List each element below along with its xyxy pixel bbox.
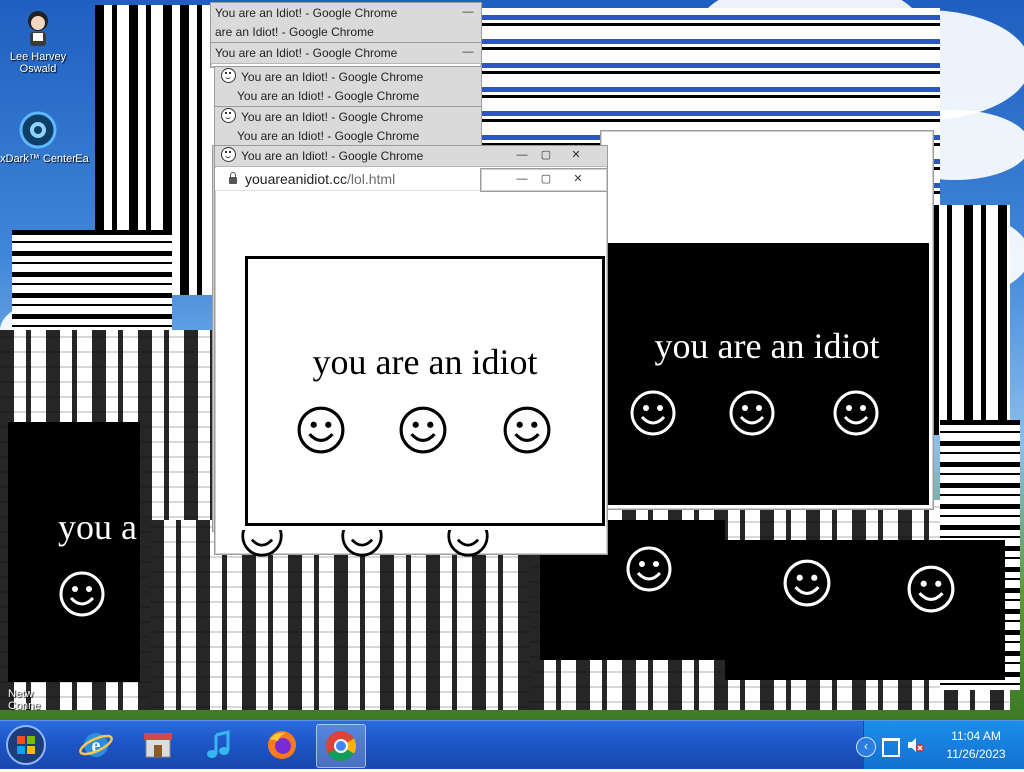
show-hidden-icons-button[interactable]: ‹ (856, 737, 876, 757)
desktop-icon-lee-harvey-oswald[interactable]: Lee Harvey Oswald (0, 8, 76, 75)
window-title: You are an Idiot! - Google Chrome (237, 89, 420, 103)
desktop: Lee Harvey Oswald AI xDark™ Center Ea yo… (0, 0, 1024, 720)
window-titlebar[interactable]: You are an Idiot! - Google Chrome (215, 86, 481, 107)
browser-window-right[interactable]: you are an idiot (600, 130, 934, 510)
idiot-phrase: you a (58, 507, 137, 547)
smiley-icon (503, 406, 551, 454)
window-titlebar[interactable]: You are an Idiot! - Google Chrome — ▢ ✕ (215, 146, 607, 167)
idiot-panel-right: you are an idiot (605, 243, 929, 505)
smiley-icon (447, 530, 489, 557)
smiley-favicon-icon (221, 147, 236, 162)
clock[interactable]: 11:04 AM 11/26/2023 (936, 727, 1016, 763)
taskbar: e ‹ 11:04 AM 11/26/2023 (0, 720, 1024, 769)
smiley-icon (729, 390, 775, 436)
idiot-phrase: you are an idiot (654, 326, 880, 366)
window-titlebar[interactable]: are an Idiot! - Google Chrome (211, 22, 481, 43)
internet-explorer-icon: e (79, 733, 113, 757)
minimize-button[interactable]: — (457, 5, 479, 19)
idiot-page-main: you are an idiot (245, 256, 605, 526)
music-note-icon (207, 730, 230, 758)
window-titlebar[interactable]: You are an Idiot! - Google Chrome — (211, 43, 481, 64)
maximize-button[interactable]: ▢ (535, 172, 557, 186)
window-titlebar[interactable]: You are an Idiot! - Google Chrome (215, 126, 481, 147)
smiley-icon (907, 565, 955, 613)
store-button[interactable] (138, 727, 178, 763)
window-title: are an Idiot! - Google Chrome (215, 25, 374, 39)
smiley-favicon-icon (221, 68, 236, 83)
smiley-icon (59, 571, 105, 617)
minimize-button[interactable]: — (511, 172, 533, 186)
browser-window-stack-4[interactable]: You are an Idiot! - Google Chrome You ar… (214, 106, 482, 148)
idiot-panel-lower-right (725, 540, 1005, 680)
media-player-button[interactable] (200, 727, 240, 763)
desktop-icon-label: Lee Harvey Oswald (9, 51, 67, 75)
volume-muted-icon[interactable] (906, 737, 924, 753)
smiley-icon (833, 390, 879, 436)
lock-icon (229, 172, 237, 184)
browser-window-stack-1[interactable]: You are an Idiot! - Google Chrome — are … (210, 2, 482, 44)
close-button[interactable]: ✕ (567, 172, 589, 186)
window-titlebar[interactable]: You are an Idiot! - Google Chrome (215, 67, 481, 88)
chevron-left-icon: ‹ (864, 739, 868, 753)
address-path: /lol.html (346, 171, 396, 187)
maximize-button[interactable]: ▢ (535, 148, 557, 162)
smiley-icon (783, 559, 831, 607)
clock-time: 11:04 AM (951, 729, 1001, 743)
browser-window-stack-2[interactable]: You are an Idiot! - Google Chrome — (210, 42, 482, 68)
address-bar[interactable]: youareanidiot.cc/lol.html (215, 168, 481, 191)
smiley-icon (297, 406, 345, 454)
window-titlebar[interactable]: You are an Idiot! - Google Chrome (215, 107, 481, 128)
desktop-icon-network[interactable]: Netw Conne (0, 688, 52, 712)
clock-date: 11/26/2023 (946, 747, 1006, 761)
chrome-button[interactable] (316, 724, 366, 768)
idiot-phrase: you are an idiot (312, 342, 538, 382)
desktop-icon-label: Netw Conne (8, 688, 41, 712)
store-icon (144, 733, 172, 758)
minimize-button[interactable]: — (511, 148, 533, 162)
close-button[interactable]: ✕ (565, 148, 587, 162)
firefox-button[interactable] (262, 727, 302, 763)
smiley-icon (626, 546, 672, 592)
smiley-icon (241, 530, 283, 557)
glitch-right-bars (930, 205, 1010, 435)
browser-window-stack-3[interactable]: You are an Idiot! - Google Chrome You ar… (214, 66, 482, 108)
internet-explorer-button[interactable]: e (76, 727, 116, 763)
chrome-icon (326, 731, 357, 762)
address-host: youareanidiot.cc (245, 171, 347, 187)
browser-window-offset[interactable]: — ▢ ✕ (480, 168, 608, 192)
firefox-icon (268, 731, 296, 759)
window-title: You are an Idiot! - Google Chrome (215, 46, 398, 60)
window-title: You are an Idiot! - Google Chrome (237, 129, 420, 143)
start-button[interactable] (4, 724, 48, 766)
window-title: You are an Idiot! - Google Chrome (215, 6, 398, 20)
blue-orb-icon (18, 110, 58, 150)
smiley-favicon-icon (221, 108, 236, 123)
window-titlebar[interactable]: You are an Idiot! - Google Chrome — (211, 3, 481, 24)
app-icon (72, 110, 92, 150)
window-title: You are an Idiot! - Google Chrome (241, 149, 424, 163)
idiot-panel-left: you a (8, 422, 140, 682)
windows-orb-icon (6, 725, 46, 765)
browser-window-main[interactable]: You are an Idiot! - Google Chrome — ▢ ✕ … (214, 145, 608, 555)
network-icon[interactable] (882, 738, 900, 757)
window-title: You are an Idiot! - Google Chrome (241, 110, 424, 124)
smiley-strip-lower (240, 530, 540, 572)
system-tray: ‹ 11:04 AM 11/26/2023 (856, 721, 1024, 769)
smiley-icon (341, 530, 383, 557)
smiley-icon (399, 406, 447, 454)
window-title: You are an Idiot! - Google Chrome (241, 70, 424, 84)
smiley-icon (630, 390, 676, 436)
avatar-figure-icon (18, 8, 58, 48)
minimize-button[interactable]: — (457, 45, 479, 59)
